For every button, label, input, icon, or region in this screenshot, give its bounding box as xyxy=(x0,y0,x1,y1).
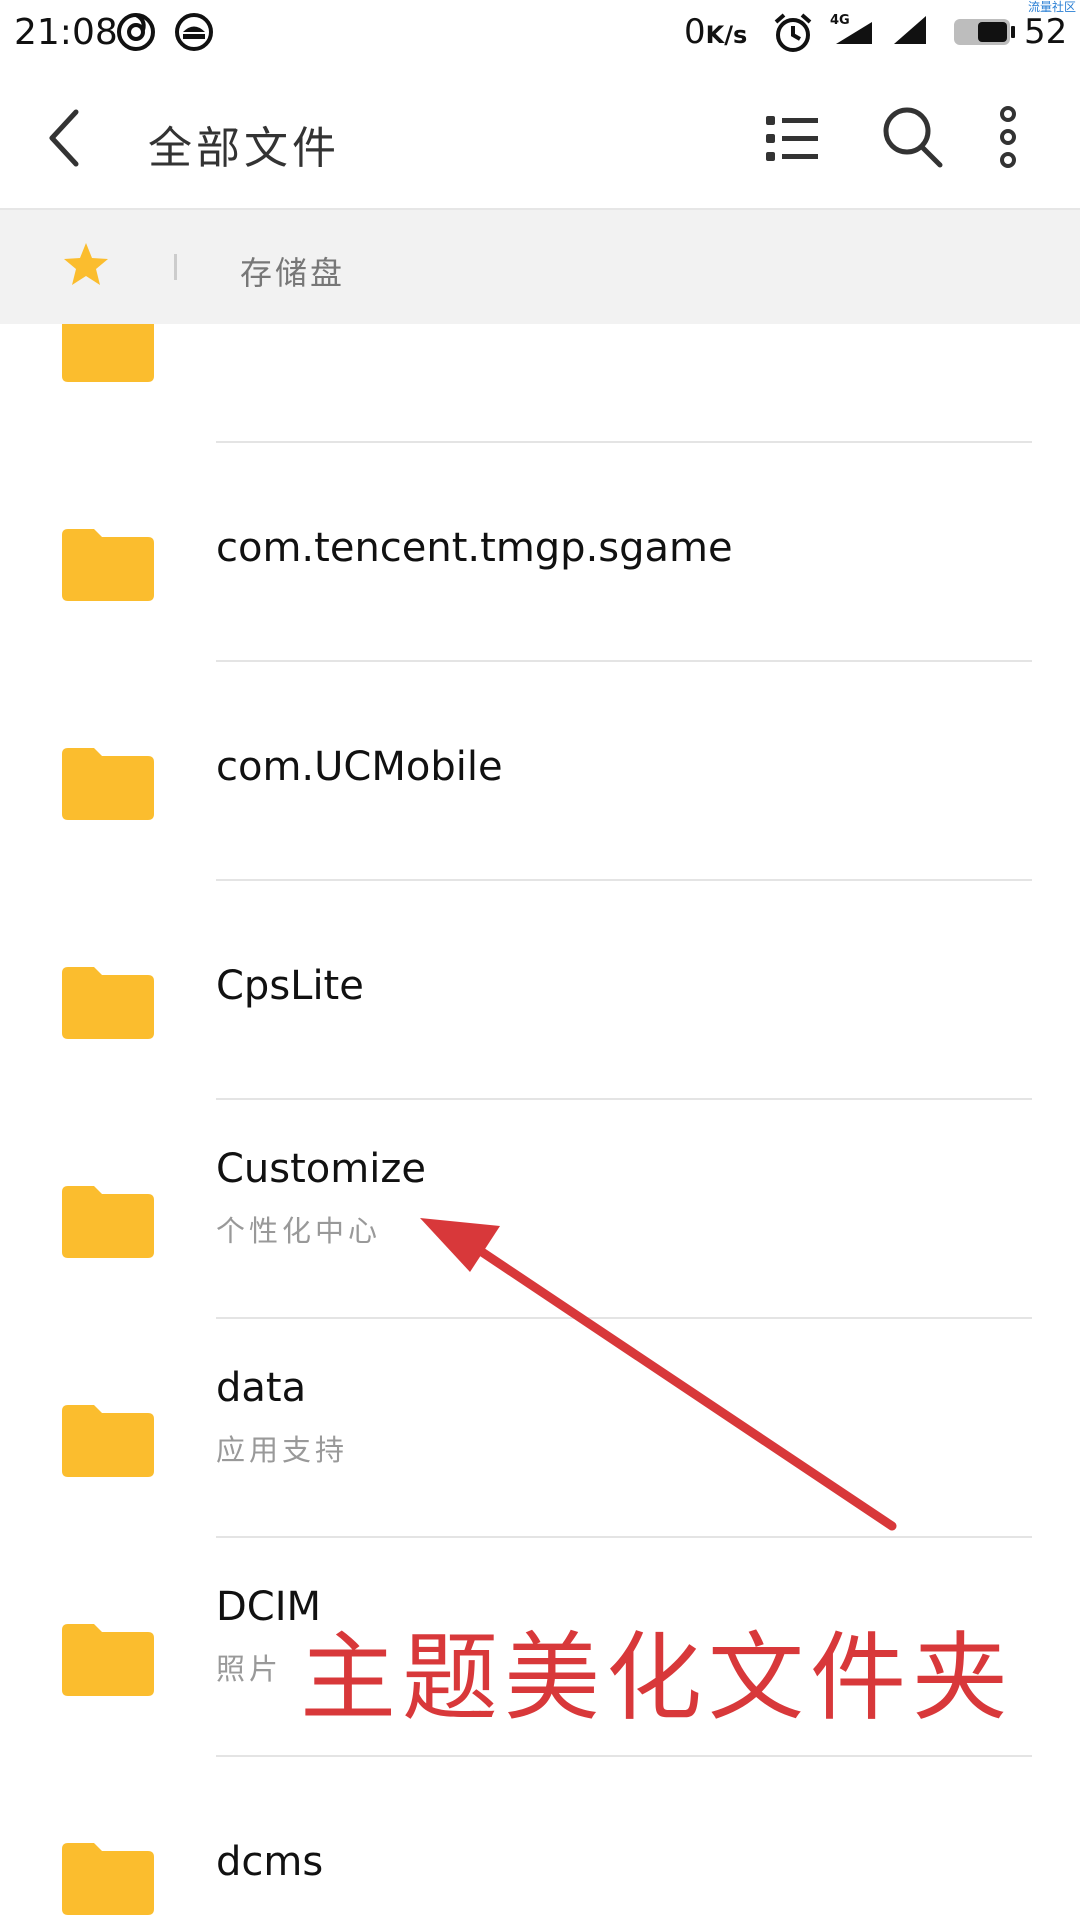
annotation-caption: 主题美化文件夹 xyxy=(300,1622,1014,1734)
